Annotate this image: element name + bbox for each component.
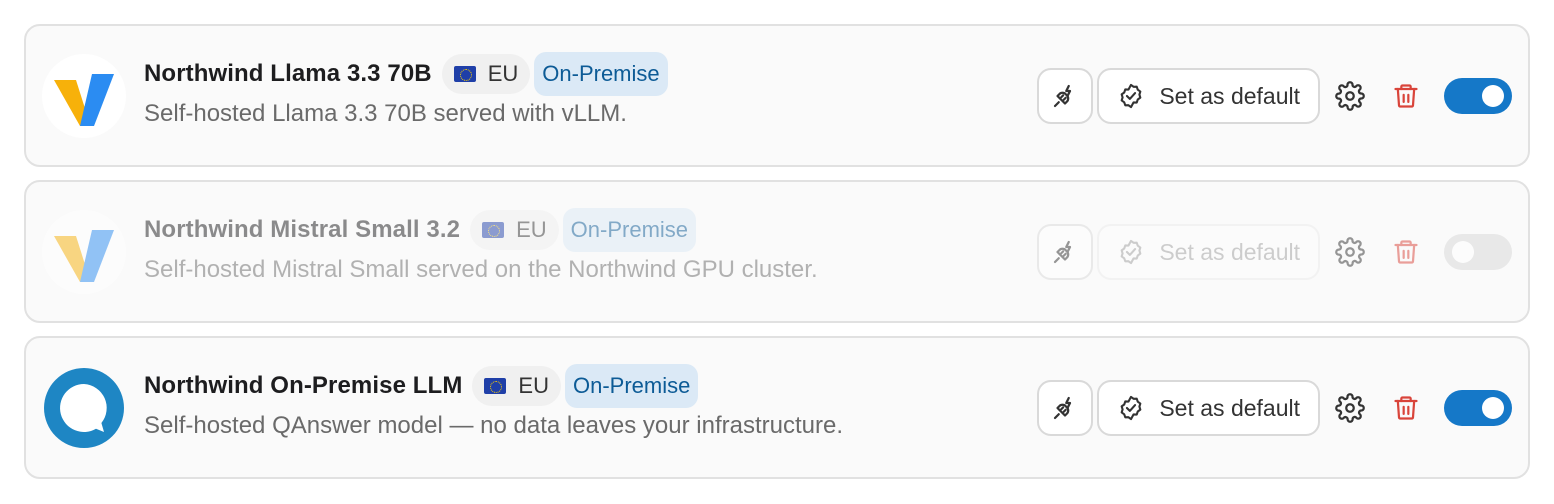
trash-icon	[1394, 84, 1418, 108]
model-description: Self-hosted Llama 3.3 70B served with vL…	[144, 100, 627, 127]
set-default-button[interactable]: Set as default	[1097, 224, 1320, 280]
set-default-button[interactable]: Set as default	[1097, 380, 1320, 436]
trash-icon	[1394, 396, 1418, 420]
settings-button[interactable]	[1334, 236, 1366, 268]
plug-icon	[1054, 396, 1072, 420]
set-default-button[interactable]: Set as default	[1097, 68, 1320, 124]
hosting-badge: On-Premise	[534, 52, 668, 96]
hosting-badge: On-Premise	[564, 364, 699, 408]
gear-icon	[1335, 81, 1365, 111]
test-connection-button[interactable]	[1037, 68, 1094, 124]
region-badge: EU	[441, 54, 531, 94]
enable-toggle[interactable]	[1444, 390, 1512, 426]
model-title: Northwind On-Premise LLM	[144, 372, 463, 399]
test-connection-button[interactable]	[1037, 380, 1094, 436]
model-description: Self-hosted Mistral Small served on the …	[144, 256, 818, 283]
delete-button[interactable]	[1390, 236, 1422, 268]
enable-toggle[interactable]	[1444, 234, 1512, 270]
eu-flag-icon	[484, 378, 507, 394]
set-default-label: Set as default	[1159, 394, 1300, 421]
region-badge: EU	[472, 366, 561, 406]
toggle-knob	[1452, 241, 1474, 263]
toggle-knob	[1482, 85, 1504, 107]
set-default-label: Set as default	[1159, 82, 1300, 109]
model-description: Self-hosted QAnswer model — no data leav…	[144, 412, 843, 439]
check-circle-icon	[1117, 238, 1145, 266]
hosting-badge: On-Premise	[562, 208, 697, 252]
gear-icon	[1335, 237, 1365, 267]
qanswer-logo-icon	[42, 366, 126, 450]
model-card: Northwind On-Premise LLM EU On-Premise S…	[24, 336, 1530, 479]
gear-icon	[1335, 393, 1365, 423]
settings-button[interactable]	[1334, 80, 1366, 112]
set-default-label: Set as default	[1159, 238, 1300, 265]
model-card: Northwind Mistral Small 3.2 EU On-Premis…	[24, 180, 1530, 323]
check-circle-icon	[1117, 394, 1145, 422]
delete-button[interactable]	[1390, 392, 1422, 424]
region-badge: EU	[470, 210, 559, 250]
model-title: Northwind Mistral Small 3.2	[144, 216, 461, 243]
settings-button[interactable]	[1334, 392, 1366, 424]
v-logo-icon	[42, 54, 126, 138]
eu-flag-icon	[453, 66, 476, 82]
trash-icon	[1394, 240, 1418, 264]
model-title: Northwind Llama 3.3 70B	[144, 60, 432, 87]
enable-toggle[interactable]	[1444, 78, 1512, 114]
plug-icon	[1054, 240, 1072, 264]
delete-button[interactable]	[1390, 80, 1422, 112]
toggle-knob	[1482, 397, 1504, 419]
eu-flag-icon	[482, 222, 505, 238]
v-logo-icon	[42, 210, 126, 294]
model-card: Northwind Llama 3.3 70B EU On-Premise Se…	[24, 24, 1530, 167]
check-circle-icon	[1117, 82, 1145, 110]
test-connection-button[interactable]	[1037, 224, 1094, 280]
plug-icon	[1054, 84, 1072, 108]
